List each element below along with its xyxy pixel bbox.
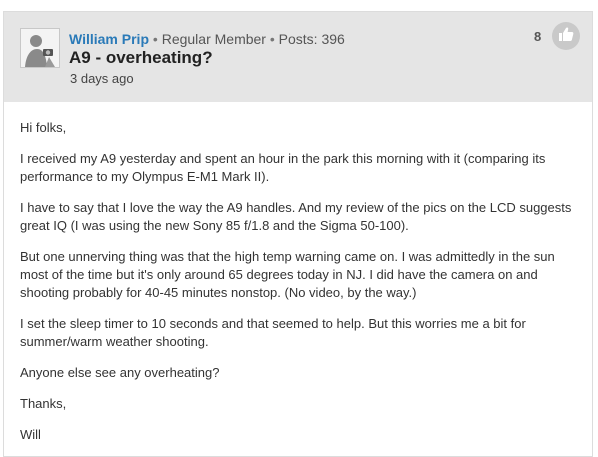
body-paragraph: I received my A9 yesterday and spent an … [20, 151, 546, 184]
meta-separator: • [152, 31, 158, 47]
user-avatar-icon[interactable] [20, 28, 60, 68]
meta-separator: • [269, 31, 275, 47]
post-body: Hi folks, I received my A9 yesterday and… [20, 119, 580, 457]
post-meta: William Prip • Regular Member • Posts: 3… [69, 30, 345, 48]
body-paragraph: I have to say that I love the way the A9… [20, 200, 572, 233]
body-paragraph: Hi folks, [20, 120, 67, 135]
body-paragraph: Thanks, [20, 396, 67, 411]
post-count: Posts: 396 [278, 31, 345, 47]
post-header: William Prip • Regular Member • Posts: 3… [4, 12, 592, 102]
like-button[interactable] [552, 22, 580, 50]
forum-post: William Prip • Regular Member • Posts: 3… [3, 11, 593, 457]
post-timestamp: 3 days ago [70, 71, 134, 86]
post-title: A9 - overheating? [69, 48, 213, 67]
body-paragraph: Anyone else see any overheating? [20, 365, 220, 380]
member-rank: Regular Member [161, 31, 266, 47]
body-paragraph: Will [20, 427, 41, 442]
body-paragraph: But one unnerving thing was that the hig… [20, 249, 555, 300]
thumbs-up-icon [558, 26, 574, 47]
body-paragraph: I set the sleep timer to 10 seconds and … [20, 316, 526, 349]
like-count: 8 [534, 29, 542, 44]
author-link[interactable]: William Prip [69, 31, 149, 47]
